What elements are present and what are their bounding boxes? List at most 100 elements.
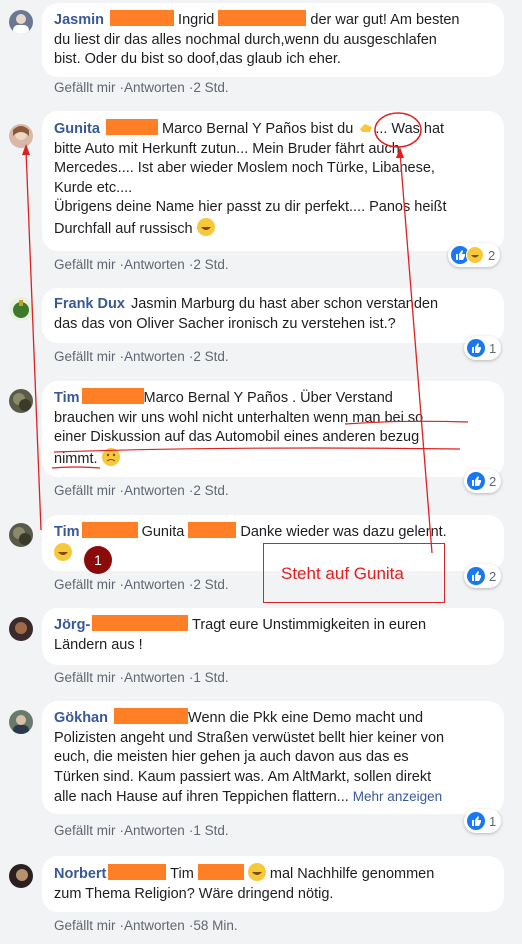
commenter-name[interactable]: Norbert bbox=[54, 866, 106, 882]
commenter-name[interactable]: Gunita bbox=[54, 121, 100, 137]
reply-link[interactable]: Antworten bbox=[124, 670, 185, 685]
timestamp[interactable]: 2 Std. bbox=[193, 483, 228, 498]
commenter-name[interactable]: Tim bbox=[54, 524, 80, 540]
comment-text: Tim bbox=[170, 866, 194, 882]
comment-text: zum Thema Religion? Wäre dringend nötig. bbox=[54, 885, 334, 902]
reaction-summary[interactable]: 2 bbox=[464, 469, 502, 493]
avatar[interactable] bbox=[9, 864, 33, 888]
timestamp[interactable]: 1 Std. bbox=[193, 823, 228, 838]
comment-text: Gunita bbox=[141, 524, 185, 540]
comment-text: ... Was hat bbox=[375, 121, 445, 137]
comment-text: nimmt. bbox=[54, 450, 98, 467]
show-more-link[interactable]: Mehr anzeigen bbox=[353, 789, 442, 804]
comment-text: alle nach Hause auf ihren Teppichen flat… bbox=[54, 789, 349, 805]
comment-bubble: Tim Marco Bernal Y Paños . Über Verstand … bbox=[42, 381, 504, 477]
reaction-count: 2 bbox=[489, 568, 497, 584]
annotation-label: Steht auf Gunita bbox=[281, 564, 404, 583]
haha-reaction-icon bbox=[466, 246, 484, 264]
comment-text: Kurde etc.... bbox=[54, 179, 133, 196]
avatar[interactable] bbox=[9, 124, 33, 148]
sad-emoji-icon bbox=[101, 447, 120, 466]
like-link[interactable]: Gefällt mir bbox=[54, 349, 116, 364]
redaction bbox=[110, 10, 175, 26]
reaction-summary[interactable]: 2 bbox=[464, 564, 502, 588]
redaction bbox=[105, 119, 158, 135]
comment-bubble: Gunita Marco Bernal Y Paños bist du ... … bbox=[42, 111, 504, 251]
timestamp[interactable]: 2 Std. bbox=[193, 577, 228, 592]
reply-link[interactable]: Antworten bbox=[124, 918, 185, 933]
comment-text: Marco Bernal Y Paños bist du bbox=[161, 121, 354, 137]
reaction-summary[interactable]: 1 bbox=[464, 336, 502, 360]
timestamp[interactable]: 58 Min. bbox=[193, 918, 237, 933]
like-link[interactable]: Gefällt mir bbox=[54, 823, 116, 838]
timestamp[interactable]: 1 Std. bbox=[193, 670, 228, 685]
commenter-name[interactable]: Frank Dux bbox=[54, 296, 125, 312]
redaction bbox=[108, 864, 167, 880]
reply-link[interactable]: Antworten bbox=[124, 577, 185, 592]
avatar[interactable] bbox=[9, 617, 33, 641]
comment-text: Ingrid bbox=[178, 12, 215, 28]
timestamp[interactable]: 2 Std. bbox=[193, 257, 228, 272]
comment-text: Türken sind. Kaum passiert was. Am AltMa… bbox=[54, 768, 432, 785]
redaction bbox=[81, 522, 138, 538]
comment-text: bist. Oder du bist so doof,das glaub ich… bbox=[54, 51, 341, 67]
comment-actions: Gefällt mir ·Antworten ·2 Std. bbox=[54, 257, 229, 272]
timestamp[interactable]: 2 Std. bbox=[193, 349, 228, 364]
commenter-name[interactable]: Jörg- bbox=[54, 617, 90, 633]
reaction-count: 1 bbox=[489, 813, 497, 829]
reaction-summary[interactable]: 1 bbox=[464, 809, 502, 833]
avatar[interactable] bbox=[9, 523, 33, 547]
comment-text: Mercedes.... Ist aber wieder Moslem noch… bbox=[54, 160, 435, 176]
redaction bbox=[81, 388, 144, 404]
like-link[interactable]: Gefällt mir bbox=[54, 577, 116, 592]
reply-link[interactable]: Antworten bbox=[124, 349, 185, 364]
like-reaction-icon bbox=[467, 812, 485, 830]
redaction bbox=[114, 708, 189, 724]
reply-link[interactable]: Antworten bbox=[124, 257, 185, 272]
redaction bbox=[197, 864, 244, 880]
reaction-count: 1 bbox=[489, 340, 497, 356]
like-reaction-icon bbox=[467, 339, 485, 357]
laughing-emoji-icon bbox=[247, 863, 266, 881]
like-link[interactable]: Gefällt mir bbox=[54, 483, 116, 498]
like-link[interactable]: Gefällt mir bbox=[54, 257, 116, 272]
avatar[interactable] bbox=[9, 297, 33, 321]
reaction-count: 2 bbox=[489, 473, 497, 489]
avatar[interactable] bbox=[9, 10, 33, 34]
comment-actions: Gefällt mir ·Antworten ·2 Std. bbox=[54, 483, 229, 498]
comment-text: mal Nachhilfe genommen bbox=[269, 866, 435, 882]
comment-text: Polizisten angeht und Straßen verwüstet … bbox=[54, 729, 445, 746]
reply-link[interactable]: Antworten bbox=[124, 483, 185, 498]
annotation-arrow bbox=[25, 149, 42, 531]
avatar[interactable] bbox=[9, 389, 33, 413]
reaction-summary[interactable]: 2 bbox=[448, 243, 501, 267]
redaction bbox=[188, 522, 237, 538]
like-link[interactable]: Gefällt mir bbox=[54, 80, 116, 95]
comment-text: Übrigens deine Name hier passt zu dir pe… bbox=[54, 199, 447, 215]
comment-text: Jasmin Marburg du hast aber schon versta… bbox=[130, 296, 439, 312]
reply-link[interactable]: Antworten bbox=[124, 823, 185, 838]
redaction bbox=[92, 615, 189, 631]
comment-text: bitte Auto mit Herkunft zutun... Mein Br… bbox=[54, 140, 400, 157]
comment-text: Marco Bernal Y Paños . Über Verstand bbox=[143, 390, 393, 406]
comment-text: das das von Oliver Sacher ironisch zu ve… bbox=[54, 315, 396, 332]
comment-text: Ländern aus ! bbox=[54, 636, 143, 653]
comment-text: der war gut! Am besten bbox=[310, 12, 460, 28]
reply-link[interactable]: Antworten bbox=[124, 80, 185, 95]
comment-bubble: Gökhan Wenn die Pkk eine Demo macht und … bbox=[42, 701, 504, 814]
commenter-name[interactable]: Gökhan bbox=[54, 710, 108, 726]
reaction-count: 2 bbox=[488, 247, 496, 263]
comment-text: einer Diskussion auf das Automobil eines… bbox=[54, 429, 420, 445]
avatar[interactable] bbox=[9, 710, 33, 734]
comment-text: euch, die meisten hier gehen ja auch dav… bbox=[54, 749, 409, 765]
thumbs-emoji-icon bbox=[357, 118, 376, 136]
like-link[interactable]: Gefällt mir bbox=[54, 670, 116, 685]
timestamp[interactable]: 2 Std. bbox=[193, 80, 228, 95]
like-link[interactable]: Gefällt mir bbox=[54, 918, 116, 933]
comment-actions: Gefällt mir ·Antworten ·1 Std. bbox=[54, 670, 229, 685]
comment-text: brauchen wir uns wohl nicht unterhalten … bbox=[54, 409, 424, 426]
laughing-emoji-icon bbox=[54, 542, 72, 561]
comment-bubble: Frank Dux Jasmin Marburg du hast aber sc… bbox=[42, 288, 504, 343]
commenter-name[interactable]: Tim bbox=[54, 390, 80, 406]
commenter-name[interactable]: Jasmin bbox=[54, 12, 104, 28]
